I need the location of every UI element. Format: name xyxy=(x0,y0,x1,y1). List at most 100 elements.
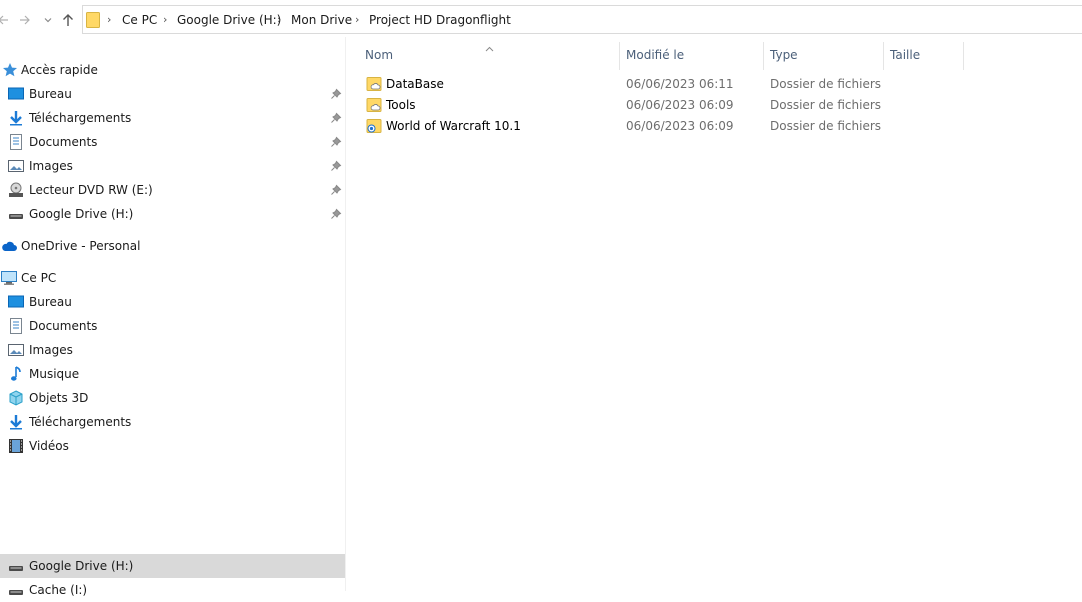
film-icon xyxy=(8,438,24,454)
nav-this-pc[interactable]: Ce PC xyxy=(0,266,345,290)
nav-label: Accès rapide xyxy=(21,63,98,77)
pin-icon[interactable] xyxy=(330,184,342,196)
column-header-label: Taille xyxy=(890,48,921,62)
pin-icon[interactable] xyxy=(330,136,342,148)
document-icon xyxy=(8,318,24,334)
column-header-label: Type xyxy=(770,48,798,62)
file-name: World of Warcraft 10.1 xyxy=(386,119,521,133)
nav-label: Bureau xyxy=(29,87,72,101)
nav-pc-documents[interactable]: Documents xyxy=(0,314,345,338)
file-list: Nom Modifié le Type Taille DataBase 06/0… xyxy=(346,37,1082,591)
recent-locations-chevron-icon[interactable] xyxy=(39,9,57,31)
pin-icon[interactable] xyxy=(330,160,342,172)
breadcrumb-ce-pc[interactable]: Ce PC xyxy=(122,13,157,27)
nav-label: Lecteur DVD RW (E:) xyxy=(29,183,153,197)
forward-arrow-icon[interactable] xyxy=(16,9,34,31)
nav-label: Images xyxy=(29,343,73,357)
nav-label: Google Drive (H:) xyxy=(29,207,134,221)
file-modified: 06/06/2023 06:11 xyxy=(626,77,734,91)
download-arrow-icon xyxy=(8,414,24,430)
computer-icon xyxy=(1,270,17,286)
column-header-label: Nom xyxy=(365,48,394,62)
nav-label: Documents xyxy=(29,135,98,149)
nav-label: Cache (I:) xyxy=(29,583,88,597)
breadcrumb-separator-icon[interactable]: › xyxy=(355,13,359,26)
breadcrumb-google-drive[interactable]: Google Drive (H:) xyxy=(177,13,281,27)
nav-quick-documents[interactable]: Documents xyxy=(0,130,345,154)
cloud-icon xyxy=(1,238,17,254)
cube-3d-icon xyxy=(8,390,24,406)
column-header-label: Modifié le xyxy=(626,48,685,62)
breadcrumb-separator-icon: › xyxy=(107,13,112,26)
navigation-pane: Accès rapide Bureau Téléchargements Docu… xyxy=(0,37,345,597)
file-type: Dossier de fichiers xyxy=(770,119,882,133)
nav-label: Bureau xyxy=(29,295,72,309)
breadcrumb-separator-icon[interactable]: › xyxy=(277,13,281,26)
file-type: Dossier de fichiers xyxy=(770,98,882,112)
nav-pc-musique[interactable]: Musique xyxy=(0,362,345,386)
nav-label: Vidéos xyxy=(29,439,69,453)
file-name: Tools xyxy=(386,98,416,112)
dvd-drive-icon xyxy=(8,182,24,198)
nav-pc-videos[interactable]: Vidéos xyxy=(0,434,345,458)
up-arrow-icon[interactable] xyxy=(59,9,77,31)
list-item[interactable]: DataBase 06/06/2023 06:11 Dossier de fic… xyxy=(361,74,1081,95)
image-icon xyxy=(8,342,24,358)
nav-pc-objets-3d[interactable]: Objets 3D xyxy=(0,386,345,410)
desktop-icon xyxy=(8,294,24,310)
drive-icon xyxy=(8,206,24,222)
nav-pc-images[interactable]: Images xyxy=(0,338,345,362)
nav-google-drive-selected[interactable]: Google Drive (H:) xyxy=(0,554,345,578)
nav-label: Téléchargements xyxy=(29,111,132,125)
nav-quick-google-drive[interactable]: Google Drive (H:) xyxy=(0,202,345,226)
list-item[interactable]: World of Warcraft 10.1 06/06/2023 06:09 … xyxy=(361,116,1081,137)
folder-icon xyxy=(86,11,100,28)
nav-onedrive[interactable]: OneDrive - Personal xyxy=(0,234,345,258)
pin-icon[interactable] xyxy=(330,208,342,220)
file-modified: 06/06/2023 06:09 xyxy=(626,98,734,112)
nav-label: Téléchargements xyxy=(29,415,132,429)
file-type: Dossier de fichiers xyxy=(770,77,882,91)
column-divider[interactable] xyxy=(963,42,964,70)
column-header-type[interactable]: Type xyxy=(764,45,882,69)
sync-folder-icon xyxy=(366,118,382,134)
nav-quick-access[interactable]: Accès rapide xyxy=(0,58,345,82)
nav-cache-drive[interactable]: Cache (I:) xyxy=(0,578,345,602)
nav-quick-images[interactable]: Images xyxy=(0,154,345,178)
nav-label: Musique xyxy=(29,367,80,381)
nav-label: Objets 3D xyxy=(29,391,89,405)
nav-label: Ce PC xyxy=(21,271,57,285)
address-row: › Ce PC › Google Drive (H:) › Mon Drive … xyxy=(0,0,1082,37)
cloud-folder-icon xyxy=(366,76,382,92)
nav-quick-telechargements[interactable]: Téléchargements xyxy=(0,106,345,130)
pin-icon[interactable] xyxy=(330,88,342,100)
nav-label: Google Drive (H:) xyxy=(29,559,134,573)
file-name: DataBase xyxy=(386,77,444,91)
download-arrow-icon xyxy=(8,110,24,126)
column-header-modified[interactable]: Modifié le xyxy=(620,45,762,69)
back-arrow-icon[interactable] xyxy=(0,9,12,31)
nav-label: OneDrive - Personal xyxy=(21,239,141,253)
list-item[interactable]: Tools 06/06/2023 06:09 Dossier de fichie… xyxy=(361,95,1081,116)
nav-label: Images xyxy=(29,159,73,173)
desktop-icon xyxy=(8,86,24,102)
drive-icon xyxy=(8,582,24,598)
nav-pc-telechargements[interactable]: Téléchargements xyxy=(0,410,345,434)
nav-quick-bureau[interactable]: Bureau xyxy=(0,82,345,106)
column-header-size[interactable]: Taille xyxy=(884,45,962,69)
music-note-icon xyxy=(8,366,24,382)
file-modified: 06/06/2023 06:09 xyxy=(626,119,734,133)
document-icon xyxy=(8,134,24,150)
breadcrumb-project[interactable]: Project HD Dragonflight xyxy=(369,13,511,27)
nav-pc-bureau[interactable]: Bureau xyxy=(0,290,345,314)
breadcrumb-separator-icon[interactable]: › xyxy=(163,13,167,26)
drive-icon xyxy=(8,558,24,574)
column-header-name[interactable]: Nom xyxy=(346,45,618,69)
nav-label: Documents xyxy=(29,319,98,333)
star-icon xyxy=(2,62,18,78)
image-icon xyxy=(8,158,24,174)
pin-icon[interactable] xyxy=(330,112,342,124)
nav-quick-dvd[interactable]: Lecteur DVD RW (E:) xyxy=(0,178,345,202)
cloud-folder-icon xyxy=(366,97,382,113)
breadcrumb-mon-drive[interactable]: Mon Drive xyxy=(291,13,352,27)
